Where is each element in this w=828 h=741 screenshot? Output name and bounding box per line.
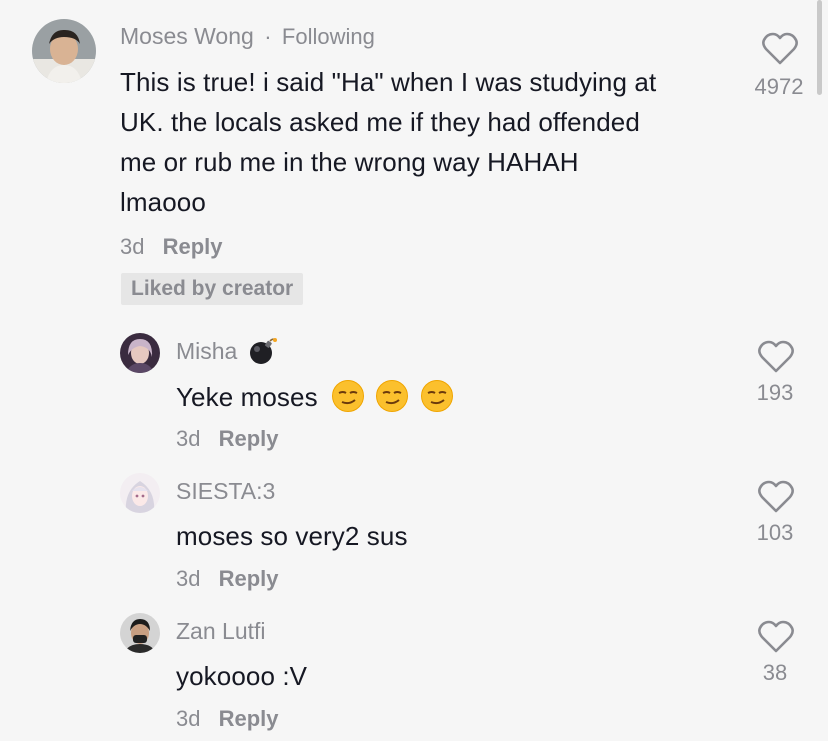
like-count: 193 xyxy=(756,380,794,405)
heart-outline-icon[interactable] xyxy=(756,620,796,659)
liked-by-creator-badge: Liked by creator xyxy=(121,273,304,305)
reply-text: yokoooo :V xyxy=(176,661,308,691)
reply-meta: 3d Reply xyxy=(176,706,279,732)
reply-button[interactable]: Reply xyxy=(163,234,223,259)
reply-time: 3d xyxy=(176,566,201,591)
reply-time: 3d xyxy=(176,706,201,731)
comment-line: This is true! i said "Ha" when I was stu… xyxy=(120,67,657,97)
separator-dot: · xyxy=(264,24,272,49)
comment-time: 3d xyxy=(120,234,145,259)
heart-outline-icon[interactable] xyxy=(756,340,796,379)
comment-meta: 3d Reply xyxy=(120,234,223,260)
smirking-face-icon xyxy=(331,379,365,424)
reply-author-row: Zan Lutfi xyxy=(176,617,266,645)
reply-time: 3d xyxy=(176,426,201,451)
reply-meta: 3d Reply xyxy=(176,566,279,592)
heart-outline-icon[interactable] xyxy=(760,32,800,71)
like-count: 103 xyxy=(756,520,794,545)
avatar-misha[interactable] xyxy=(120,333,160,373)
following-label: Following xyxy=(281,24,375,49)
avatar-siesta[interactable] xyxy=(120,473,160,513)
reply-author-row: SIESTA:3 xyxy=(176,477,275,505)
comment-line: me or rub me in the wrong way HAHAH xyxy=(120,147,579,177)
like-count: 38 xyxy=(762,660,788,685)
comment-line: lmaooo xyxy=(120,187,206,217)
bomb-icon xyxy=(248,337,278,371)
username[interactable]: SIESTA:3 xyxy=(176,478,275,504)
avatar-moses-wong[interactable] xyxy=(32,19,96,83)
reply-author-row: Misha xyxy=(176,337,278,371)
reply-text: moses so very2 sus xyxy=(176,521,408,551)
comment-text: This is true! i said "Ha" when I was stu… xyxy=(120,62,730,222)
reply-text: Yeke moses xyxy=(176,382,318,412)
heart-outline-icon[interactable] xyxy=(756,480,796,519)
username[interactable]: Moses Wong xyxy=(120,23,254,49)
username[interactable]: Misha xyxy=(176,338,237,364)
username[interactable]: Zan Lutfi xyxy=(176,618,266,644)
smirking-face-icon xyxy=(420,379,454,424)
reply-button[interactable]: Reply xyxy=(219,566,279,591)
scrollbar[interactable] xyxy=(817,0,822,95)
reply-meta: 3d Reply xyxy=(176,426,279,452)
smirking-face-icon xyxy=(375,379,409,424)
comment-line: UK. the locals asked me if they had offe… xyxy=(120,107,640,137)
reply-button[interactable]: Reply xyxy=(219,706,279,731)
comment-author-row: Moses Wong · Following xyxy=(120,22,375,51)
reply-text-row: Yeke moses xyxy=(176,377,454,424)
avatar-zan-lutfi[interactable] xyxy=(120,613,160,653)
reply-button[interactable]: Reply xyxy=(219,426,279,451)
like-count: 4972 xyxy=(754,74,804,99)
